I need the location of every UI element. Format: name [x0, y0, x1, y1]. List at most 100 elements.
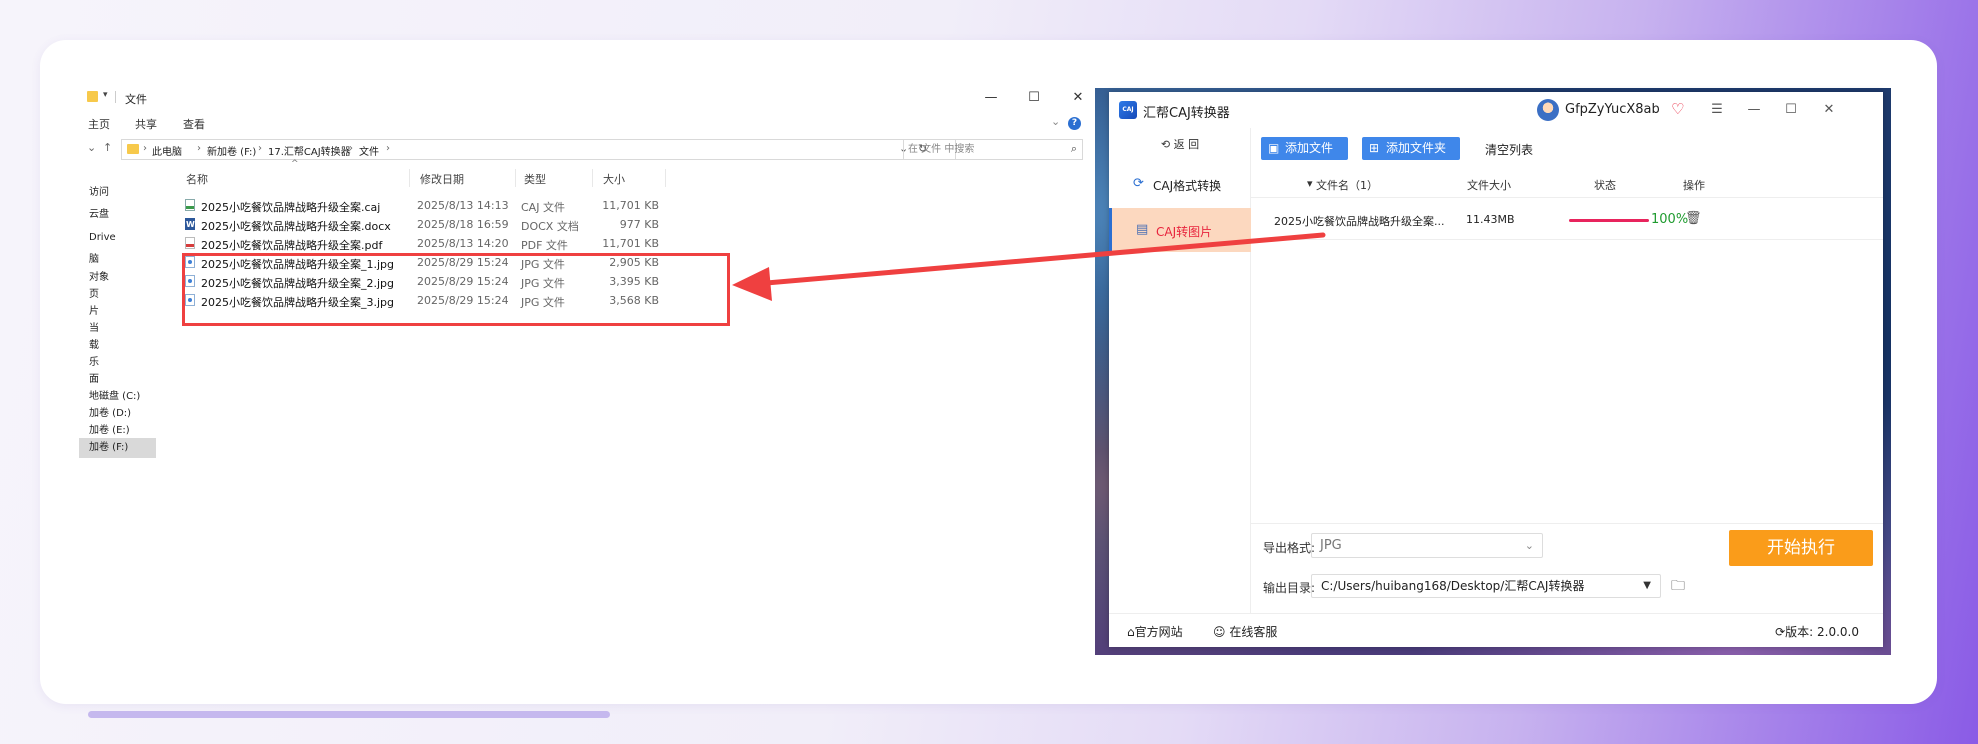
help-icon[interactable]: ? — [1068, 117, 1081, 130]
file-row[interactable]: 2025小吃餐饮品牌战略升级全案.caj 2025/8/13 14:13 CAJ… — [179, 196, 709, 215]
tab-view[interactable]: 查看 — [183, 116, 205, 132]
file-row[interactable]: W 2025小吃餐饮品牌战略升级全案.docx 2025/8/18 16:59 … — [179, 215, 709, 234]
support-agent-icon: ☺ — [1213, 625, 1230, 639]
word-file-icon: W — [185, 218, 195, 230]
minimize-button[interactable]: — — [1742, 100, 1766, 120]
up-arrow-icon[interactable]: ↑ — [103, 141, 112, 154]
add-folder-icon: ⊞ — [1369, 141, 1380, 155]
clear-list-button[interactable]: 清空列表 — [1485, 141, 1533, 158]
recent-locations-icon[interactable]: ⌄ — [87, 141, 96, 154]
maximize-button[interactable]: ☐ — [1019, 87, 1049, 109]
trash-icon[interactable]: 🗑 — [1685, 211, 1702, 226]
horizontal-scrollbar[interactable] — [88, 711, 610, 718]
export-format-select[interactable]: JPG ⌄ — [1311, 533, 1543, 558]
app-footer: ⌂官方网站 ☺ 在线客服 ⟳版本: 2.0.0.0 — [1109, 613, 1883, 647]
column-divider[interactable] — [409, 169, 410, 187]
column-header-date[interactable]: 修改日期 — [420, 171, 464, 187]
official-website-link[interactable]: ⌂官方网站 — [1127, 623, 1183, 640]
tab-home[interactable]: 主页 — [88, 116, 110, 132]
column-divider[interactable] — [665, 169, 666, 187]
output-dir-select[interactable]: C:/Users/huibang168/Desktop/汇帮CAJ转换器 ▼ — [1311, 574, 1661, 598]
sidebar-item-caj-to-image[interactable]: ▤ CAJ转图片 — [1109, 208, 1251, 252]
app-main-panel: ▣ 添加文件 ⊞ 添加文件夹 清空列表 ▾ 文件名（1） 文件大小 状态 操作 … — [1251, 128, 1883, 613]
explorer-titlebar: ▾ 文件 — ☐ ✕ — [79, 83, 1095, 113]
nav-item-quick-access[interactable]: 访问 — [79, 183, 169, 203]
output-dir-value: C:/Users/huibang168/Desktop/汇帮CAJ转换器 — [1321, 579, 1585, 593]
home-icon: ⌂ — [1127, 625, 1135, 639]
tab-share[interactable]: 共享 — [135, 116, 157, 132]
file-type: DOCX 文档 — [521, 220, 579, 233]
file-name: 2025小吃餐饮品牌战略升级全案.docx — [201, 220, 391, 233]
column-header-type[interactable]: 类型 — [524, 171, 546, 187]
official-website-label: 官方网站 — [1134, 625, 1183, 639]
close-button[interactable]: ✕ — [1063, 87, 1093, 109]
add-file-button[interactable]: ▣ 添加文件 — [1261, 137, 1348, 160]
sort-caret-icon[interactable]: ▾ — [1307, 177, 1313, 190]
file-size: 11,701 KB — [602, 199, 659, 212]
divider — [1251, 523, 1883, 524]
menu-button[interactable]: ☰ — [1705, 100, 1729, 120]
navigation-pane: 访问 云盘 Drive 脑 对象 页 片 当 载 乐 面 地磁盘 (C:) 加卷… — [79, 183, 169, 623]
version-number: 2.0.0.0 — [1817, 625, 1859, 639]
app-titlebar: CAJ 汇帮CAJ转换器 GfpZyYucX8ab ♡ ☰ — ☐ ✕ — [1109, 92, 1883, 128]
breadcrumb-separator-icon[interactable]: › — [143, 143, 147, 154]
nav-item-cloud[interactable]: 云盘 — [79, 205, 169, 225]
version-label: 版本: — [1785, 625, 1814, 639]
search-icon[interactable]: ⌕ — [1071, 142, 1077, 156]
vip-diamond-icon[interactable]: ♡ — [1671, 100, 1684, 118]
progress-bar — [1569, 219, 1649, 222]
pdf-file-icon — [185, 237, 195, 249]
close-button[interactable]: ✕ — [1817, 100, 1841, 120]
breadcrumb-separator-icon[interactable]: › — [386, 143, 390, 154]
avatar[interactable] — [1537, 99, 1559, 121]
open-folder-icon[interactable]: 🗀 — [1671, 575, 1685, 599]
file-date: 2025/8/13 14:13 — [417, 199, 509, 212]
file-date: 2025/8/18 16:59 — [417, 218, 509, 231]
back-button[interactable]: ⟲ 返 回 — [1109, 136, 1251, 152]
minimize-button[interactable]: — — [976, 87, 1006, 109]
column-divider[interactable] — [515, 169, 516, 187]
nav-item-drive[interactable]: Drive — [79, 228, 169, 248]
version-info[interactable]: ⟳版本: 2.0.0.0 — [1775, 623, 1859, 640]
username[interactable]: GfpZyYucX8ab — [1565, 102, 1660, 117]
online-support-link[interactable]: ☺ 在线客服 — [1213, 623, 1277, 640]
breadcrumb-separator-icon[interactable]: › — [197, 143, 201, 154]
column-header-name[interactable]: 名称 — [186, 171, 208, 187]
row-filesize: 11.43MB — [1466, 213, 1515, 226]
search-box[interactable]: ⌕ — [903, 139, 1083, 160]
app-name: 汇帮CAJ转换器 — [1143, 106, 1230, 121]
breadcrumb-drive-f[interactable]: 新加卷 (F:) — [207, 143, 256, 158]
back-label: 返 回 — [1173, 138, 1200, 151]
caj-file-icon — [185, 199, 195, 211]
breadcrumb-folder-converter[interactable]: 17.汇帮CAJ转换器 — [268, 143, 351, 158]
start-button[interactable]: 开始执行 — [1729, 530, 1873, 566]
address-bar-row: ⌄ ↑ › 此电脑 › 新加卷 (F:) › 17.汇帮CAJ转换器 › 文件 … — [79, 138, 1095, 162]
search-input[interactable] — [908, 142, 1058, 157]
add-folder-label: 添加文件夹 — [1386, 141, 1447, 155]
dropdown-triangle-icon: ▼ — [1643, 580, 1651, 591]
nav-item-this-pc[interactable]: 脑 — [79, 250, 169, 270]
breadcrumb-separator-icon[interactable]: › — [349, 143, 353, 154]
address-bar[interactable]: › 此电脑 › 新加卷 (F:) › 17.汇帮CAJ转换器 › 文件 › ⌄ … — [121, 139, 956, 160]
sidebar-item-caj-format-convert[interactable]: ⟳ CAJ格式转换 — [1109, 162, 1251, 206]
quick-access-dropdown-icon[interactable]: ▾ — [103, 90, 108, 100]
breadcrumb-separator-icon[interactable]: › — [258, 143, 262, 154]
column-header-size[interactable]: 大小 — [603, 171, 625, 187]
nav-item-drive-f[interactable]: 加卷 (F:) — [79, 438, 156, 458]
app-sidebar: ⟲ 返 回 ⟳ CAJ格式转换 ▤ CAJ转图片 — [1109, 128, 1251, 613]
refresh-icon: ⟳ — [1133, 176, 1144, 191]
file-size: 977 KB — [619, 218, 659, 231]
breadcrumb-folder-files[interactable]: 文件 — [359, 143, 379, 158]
file-type: PDF 文件 — [521, 239, 568, 252]
explorer-title: 文件 — [125, 93, 147, 106]
column-divider[interactable] — [592, 169, 593, 187]
add-file-icon: ▣ — [1268, 141, 1280, 155]
header-filename[interactable]: 文件名（1） — [1316, 177, 1378, 193]
breadcrumb-this-pc[interactable]: 此电脑 — [152, 143, 182, 158]
table-row[interactable]: 2025小吃餐饮品牌战略升级全案... 11.43MB 100% 🗑 — [1251, 200, 1883, 240]
add-folder-button[interactable]: ⊞ 添加文件夹 — [1362, 137, 1460, 160]
maximize-button[interactable]: ☐ — [1779, 100, 1803, 120]
header-filesize: 文件大小 — [1467, 179, 1511, 192]
ribbon-expand-icon[interactable]: ⌄ — [1051, 115, 1060, 128]
file-row[interactable]: 2025小吃餐饮品牌战略升级全案.pdf 2025/8/13 14:20 PDF… — [179, 234, 709, 253]
